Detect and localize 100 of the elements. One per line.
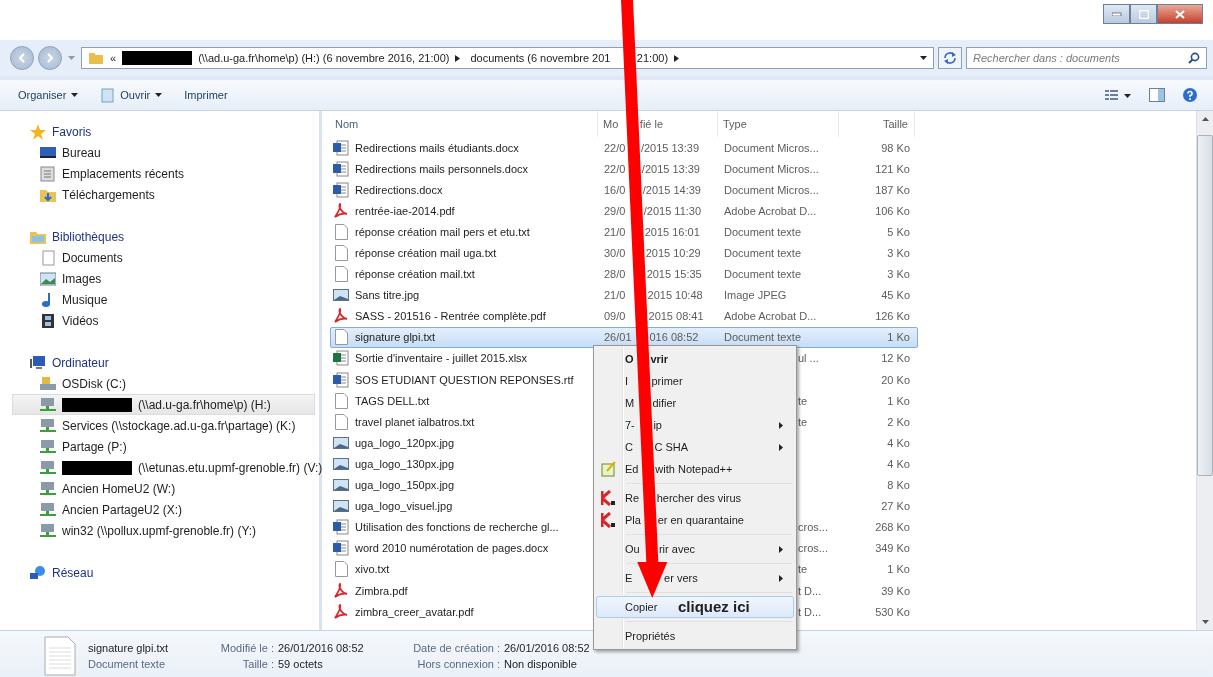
menu-item[interactable]: E er vers — [596, 567, 794, 589]
word-document-icon — [333, 139, 349, 156]
menu-item[interactable]: Propriétés — [596, 625, 794, 647]
caret-icon — [155, 93, 163, 97]
size-cell: 1 Ko — [887, 563, 910, 576]
network-drive-icon — [40, 417, 56, 434]
size-cell: 121 Ko — [875, 162, 910, 175]
size-cell: 349 Ko — [875, 542, 910, 555]
text-file-icon — [333, 245, 349, 261]
sidebar-item[interactable]: OSDisk (C:) — [0, 373, 319, 394]
antivirus-icon — [601, 490, 617, 506]
size-cell: 3 Ko — [887, 268, 910, 281]
file-name: rentrée-iae-2014.pdf — [355, 204, 455, 217]
refresh-button[interactable] — [938, 47, 962, 69]
pdf-icon — [333, 603, 349, 620]
type-cell: Adobe Acrobat D... — [724, 310, 817, 323]
file-name: travel planet ialbatros.txt — [355, 415, 475, 428]
overflow-chevron[interactable]: « — [110, 52, 117, 64]
toolbar-button[interactable]: Organiser — [14, 86, 83, 104]
file-name: Redirections mails étudiants.docx — [355, 141, 519, 154]
field-label: Modifié le : — [219, 641, 274, 654]
menu-item[interactable]: I primer — [596, 370, 794, 392]
caret-icon — [71, 93, 79, 97]
sidebar-item[interactable]: Vidéos — [0, 310, 319, 331]
sidebar-item[interactable]: Musique — [0, 289, 319, 310]
size-cell: 126 Ko — [875, 310, 910, 323]
sidebar-item[interactable]: win32 (\\pollux.upmf-grenoble.fr) (Y:) — [0, 520, 319, 541]
caret-icon[interactable] — [68, 56, 75, 60]
close-button[interactable] — [1157, 4, 1203, 24]
file-type: Document texte — [88, 657, 167, 670]
size-cell: 3 Ko — [887, 247, 910, 259]
dropdown-arrow-icon[interactable] — [920, 56, 927, 60]
minimize-button[interactable] — [1103, 4, 1130, 24]
text-file-icon — [44, 635, 76, 676]
type-cell: te — [798, 415, 808, 428]
spreadsheet-icon — [333, 350, 349, 367]
sidebar-group[interactable]: Réseau — [0, 562, 319, 583]
sidebar-item[interactable]: Téléchargements — [0, 184, 319, 205]
toolbar-button[interactable]: Ouvrir — [96, 84, 167, 106]
menu-item[interactable]: Ou rir avec — [596, 538, 794, 560]
file-name: Sans titre.jpg — [355, 289, 420, 302]
folder-icon — [88, 51, 104, 65]
scrollbar[interactable] — [1196, 111, 1213, 630]
preview-pane-button[interactable] — [1147, 86, 1167, 104]
sidebar-item[interactable]: Ancien HomeU2 (W:) — [0, 478, 319, 499]
menu-item[interactable]: O vrir — [596, 348, 794, 370]
star-icon — [30, 123, 46, 140]
toolbar-button[interactable]: Imprimer — [180, 86, 232, 104]
help-button[interactable] — [1181, 86, 1199, 104]
menu-item[interactable]: C C SHA — [596, 436, 794, 458]
size-cell: 8 Ko — [887, 479, 910, 492]
refresh-icon — [943, 52, 957, 64]
scrollbar-thumb[interactable] — [1197, 135, 1213, 476]
sidebar-item[interactable]: Images — [0, 268, 319, 289]
breadcrumb[interactable]: documents (6 novembre 201 21:00) — [470, 52, 669, 64]
sidebar-group[interactable]: Bibliothèques — [0, 226, 319, 247]
sidebar-item[interactable]: Documents — [0, 247, 319, 268]
close-icon — [1175, 9, 1185, 19]
selected-row-highlight[interactable]: signature glpi.txt 26/01 016 08:52 Document texte 1 Ko — [330, 326, 918, 348]
size-cell: 27 Ko — [881, 500, 910, 513]
network-drive-icon — [40, 522, 56, 539]
drive-icon — [40, 375, 56, 392]
view-options-button[interactable] — [1103, 87, 1133, 103]
word-document-icon — [333, 160, 349, 177]
date-cell: 09/0 2015 08:41 — [604, 310, 704, 323]
sidebar-item[interactable]: Bureau — [0, 142, 319, 163]
word-document-icon — [333, 181, 349, 198]
size-cell: 1 Ko — [887, 394, 910, 407]
menu-item[interactable]: Ed with Notepad++ — [596, 458, 794, 480]
sidebar-item[interactable]: Services (\\stockage.ad.u-ga.fr\partage) (K:) — [0, 415, 319, 436]
address-bar[interactable]: « (\\ad.u-ga.fr\home\p) (H:) (6 novembre 2016, 21:00) documents (6 novembre 201 21:00) — [81, 47, 934, 69]
breadcrumb[interactable]: (\\ad.u-ga.fr\home\p) (H:) (6 novembre 2016, 21:00) — [198, 52, 450, 64]
sidebar-item[interactable]: (\\ad.u-ga.fr\home\p) (H:) — [12, 394, 315, 415]
size-cell: 98 Ko — [881, 141, 910, 154]
type-cell: Adobe Acrobat D... — [724, 204, 817, 217]
size-cell: 45 Ko — [881, 289, 910, 302]
menu-item[interactable]: Pla er en quarantaine — [596, 509, 794, 531]
size-cell: 5 Ko — [887, 225, 910, 238]
sidebar-group[interactable]: Favoris — [0, 121, 319, 142]
menu-item[interactable]: Re hercher des virus — [596, 487, 794, 509]
column-header[interactable]: Type — [718, 111, 839, 137]
sidebar-item[interactable]: Ancien PartageU2 (X:) — [0, 499, 319, 520]
sidebar-item[interactable]: Partage (P:) — [0, 436, 319, 457]
menu-item[interactable]: 7- ip — [596, 414, 794, 436]
maximize-button[interactable] — [1130, 4, 1157, 24]
search-field[interactable]: Rechercher dans : documents — [966, 47, 1207, 69]
scroll-down-icon[interactable] — [1201, 620, 1209, 624]
menu-item[interactable]: M difier — [596, 392, 794, 414]
column-header[interactable]: Taille — [839, 111, 915, 137]
file-name: réponse création mail.txt — [355, 268, 475, 281]
sidebar-group[interactable]: Ordinateur — [0, 352, 319, 373]
breadcrumb-arrow-icon[interactable] — [455, 54, 461, 62]
pdf-icon — [333, 582, 349, 599]
breadcrumb-arrow-icon[interactable] — [674, 54, 680, 62]
field-label: Hors connexion : — [416, 657, 500, 670]
maximize-icon — [1138, 9, 1149, 19]
date-cell: 21/0 2015 16:01 — [604, 225, 700, 238]
column-header[interactable]: Nom — [330, 111, 598, 137]
scroll-up-icon[interactable] — [1201, 117, 1209, 121]
sidebar-item[interactable]: Emplacements récents — [0, 163, 319, 184]
